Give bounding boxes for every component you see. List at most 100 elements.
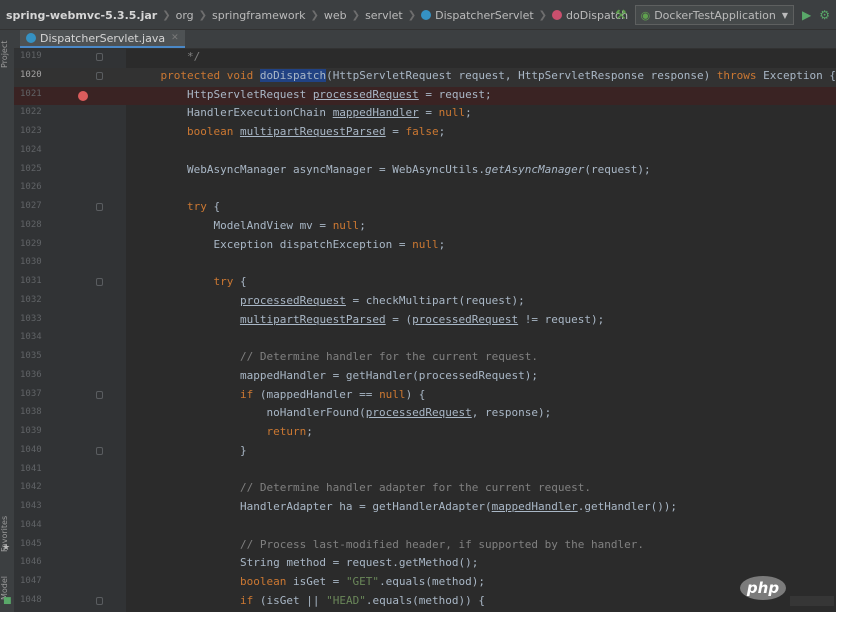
code-text: protected void doDispatch(HttpServletReq… bbox=[134, 68, 836, 82]
fold-marker-icon[interactable] bbox=[96, 71, 103, 80]
code-line[interactable]: 1036 mappedHandler = getHandler(processe… bbox=[14, 368, 836, 387]
code-line[interactable]: 1043 HandlerAdapter ha = getHandlerAdapt… bbox=[14, 499, 836, 518]
breadcrumb-label: servlet bbox=[365, 8, 403, 22]
breadcrumb-item-web[interactable]: web bbox=[324, 9, 347, 22]
code-token: boolean bbox=[134, 575, 287, 588]
code-line[interactable]: 1024 bbox=[14, 143, 836, 162]
editor-tab-dispatcherservlet[interactable]: DispatcherServlet.java ✕ bbox=[20, 30, 185, 48]
code-token: .equals(method)) { bbox=[365, 593, 486, 607]
code-token: Exception { bbox=[756, 68, 836, 82]
ide-window: spring-webmvc-5.3.5.jar ❯ org ❯ springframew… bbox=[0, 0, 836, 612]
code-line[interactable]: 1029 Exception dispatchException = null; bbox=[14, 237, 836, 256]
code-line[interactable]: 1027 try { bbox=[14, 199, 836, 218]
breadcrumb-item-springframework[interactable]: springframework bbox=[212, 9, 305, 22]
code-text: HandlerAdapter ha = getHandlerAdapter(ma… bbox=[134, 500, 677, 513]
class-icon bbox=[26, 33, 36, 43]
code-token: = request; bbox=[418, 87, 492, 101]
hammer-icon[interactable]: ⚒ bbox=[615, 8, 627, 23]
code-line[interactable]: 1025 WebAsyncManager asyncManager = WebA… bbox=[14, 162, 836, 181]
breadcrumb-item-org[interactable]: org bbox=[176, 9, 194, 22]
code-line[interactable]: 1032 processedRequest = checkMultipart(r… bbox=[14, 293, 836, 312]
code-token: processedRequest bbox=[312, 87, 419, 101]
code-text: boolean multipartRequestParsed = false; bbox=[134, 125, 445, 138]
code-token: false bbox=[405, 125, 439, 138]
code-token: isGet = bbox=[286, 575, 346, 588]
code-token: null bbox=[332, 218, 360, 232]
code-text: // Process last-modified header, if supp… bbox=[134, 538, 644, 551]
line-number: 1044 bbox=[20, 519, 42, 530]
star-icon: ★ bbox=[2, 543, 11, 553]
code-token: ; bbox=[465, 106, 472, 120]
line-number: 1034 bbox=[20, 332, 42, 343]
code-text: WebAsyncManager asyncManager = WebAsyncU… bbox=[134, 163, 651, 176]
code-token: return bbox=[134, 425, 307, 438]
code-line[interactable]: 1022 HandlerExecutionChain mappedHandler… bbox=[14, 105, 836, 124]
code-line[interactable]: 1039 return; bbox=[14, 424, 836, 443]
watermark-text: php bbox=[746, 579, 780, 597]
run-config-selector[interactable]: ◉ DockerTestApplication ▼ bbox=[634, 5, 794, 25]
line-number: 1030 bbox=[20, 257, 42, 268]
debug-icon[interactable]: ⚙ bbox=[819, 8, 830, 22]
project-tool-tab[interactable]: Project bbox=[0, 34, 14, 74]
line-number: 1023 bbox=[20, 126, 42, 136]
breadcrumb-item-dispatcherservlet[interactable]: DispatcherServlet bbox=[421, 9, 534, 22]
code-line[interactable]: 1035 // Determine handler for the curren… bbox=[14, 349, 836, 368]
code-line[interactable]: 1030 bbox=[14, 255, 836, 274]
line-number: 1029 bbox=[20, 238, 42, 249]
line-number: 1025 bbox=[20, 163, 42, 174]
code-text: if (mappedHandler == null) { bbox=[134, 388, 425, 401]
code-token: (mappedHandler == bbox=[253, 387, 380, 401]
breadcrumb-item-servlet[interactable]: servlet bbox=[365, 9, 403, 22]
code-line[interactable]: 1021 HttpServletRequest processedRequest… bbox=[14, 86, 836, 106]
code-token: try bbox=[134, 275, 234, 288]
run-icon[interactable]: ▶ bbox=[802, 8, 811, 22]
code-line[interactable]: 1038 noHandlerFound(processedRequest, re… bbox=[14, 405, 836, 424]
fold-marker-icon[interactable] bbox=[96, 446, 103, 455]
code-text: String method = request.getMethod(); bbox=[134, 556, 478, 569]
code-token: null bbox=[438, 106, 466, 120]
code-line[interactable]: 1026 bbox=[14, 180, 836, 199]
fold-marker-icon[interactable] bbox=[96, 278, 103, 286]
code-token: // Determine handler for the current req… bbox=[134, 350, 538, 363]
code-line[interactable]: 1019 */ bbox=[14, 49, 836, 68]
code-line[interactable]: 1047 boolean isGet = "GET".equals(method… bbox=[14, 574, 836, 593]
line-number: 1039 bbox=[20, 426, 42, 436]
code-line[interactable]: 1045 // Process last-modified header, if… bbox=[14, 537, 836, 556]
code-token: HandlerAdapter ha = getHandlerAdapter( bbox=[134, 500, 492, 513]
line-number: 1024 bbox=[20, 144, 42, 155]
code-token: ; bbox=[438, 237, 446, 251]
code-line[interactable]: 1031 try { bbox=[14, 274, 836, 293]
code-text: HandlerExecutionChain mappedHandler = nu… bbox=[134, 106, 472, 119]
code-line[interactable]: 1044 bbox=[14, 518, 836, 537]
code-token: ; bbox=[359, 218, 366, 232]
breakpoint-icon[interactable] bbox=[78, 90, 88, 101]
fold-marker-icon[interactable] bbox=[96, 596, 103, 605]
fold-marker-icon[interactable] bbox=[96, 53, 103, 61]
code-line[interactable]: 1046 String method = request.getMethod()… bbox=[14, 555, 836, 574]
breadcrumb-label: DispatcherServlet bbox=[435, 8, 534, 22]
breadcrumb-item-spring-webmvc-5-3-5-jar[interactable]: spring-webmvc-5.3.5.jar bbox=[6, 9, 157, 22]
code-line[interactable]: 1048 if (isGet || "HEAD".equals(method))… bbox=[14, 593, 836, 612]
code-token: != request); bbox=[518, 312, 605, 326]
code-text: Exception dispatchException = null; bbox=[134, 238, 445, 251]
code-line[interactable]: 1028 ModelAndView mv = null; bbox=[14, 218, 836, 237]
fold-marker-icon[interactable] bbox=[96, 203, 103, 211]
close-icon[interactable]: ✕ bbox=[171, 33, 179, 43]
code-token: if bbox=[134, 593, 254, 607]
code-line[interactable]: 1023 boolean multipartRequestParsed = fa… bbox=[14, 124, 836, 143]
code-token: getAsyncManager bbox=[485, 162, 585, 176]
code-line[interactable]: 1034 bbox=[14, 330, 836, 349]
breadcrumb-separator-icon: ❯ bbox=[198, 9, 208, 21]
fold-marker-icon[interactable] bbox=[96, 390, 103, 399]
code-line[interactable]: 1040 } bbox=[14, 443, 836, 462]
code-editor[interactable]: 1019 */1020 protected void doDispatch(Ht… bbox=[14, 49, 836, 612]
code-line[interactable]: 1041 bbox=[14, 462, 836, 481]
code-line[interactable]: 1020 protected void doDispatch(HttpServl… bbox=[14, 67, 836, 87]
code-token: (request); bbox=[584, 162, 651, 176]
code-token: protected void bbox=[134, 68, 260, 82]
code-line[interactable]: 1033 multipartRequestParsed = (processed… bbox=[14, 312, 836, 331]
code-line[interactable]: 1042 // Determine handler adapter for th… bbox=[14, 480, 836, 499]
breadcrumb-label: springframework bbox=[212, 8, 306, 22]
code-line[interactable]: 1037 if (mappedHandler == null) { bbox=[14, 387, 836, 406]
code-text: try { bbox=[134, 275, 246, 288]
